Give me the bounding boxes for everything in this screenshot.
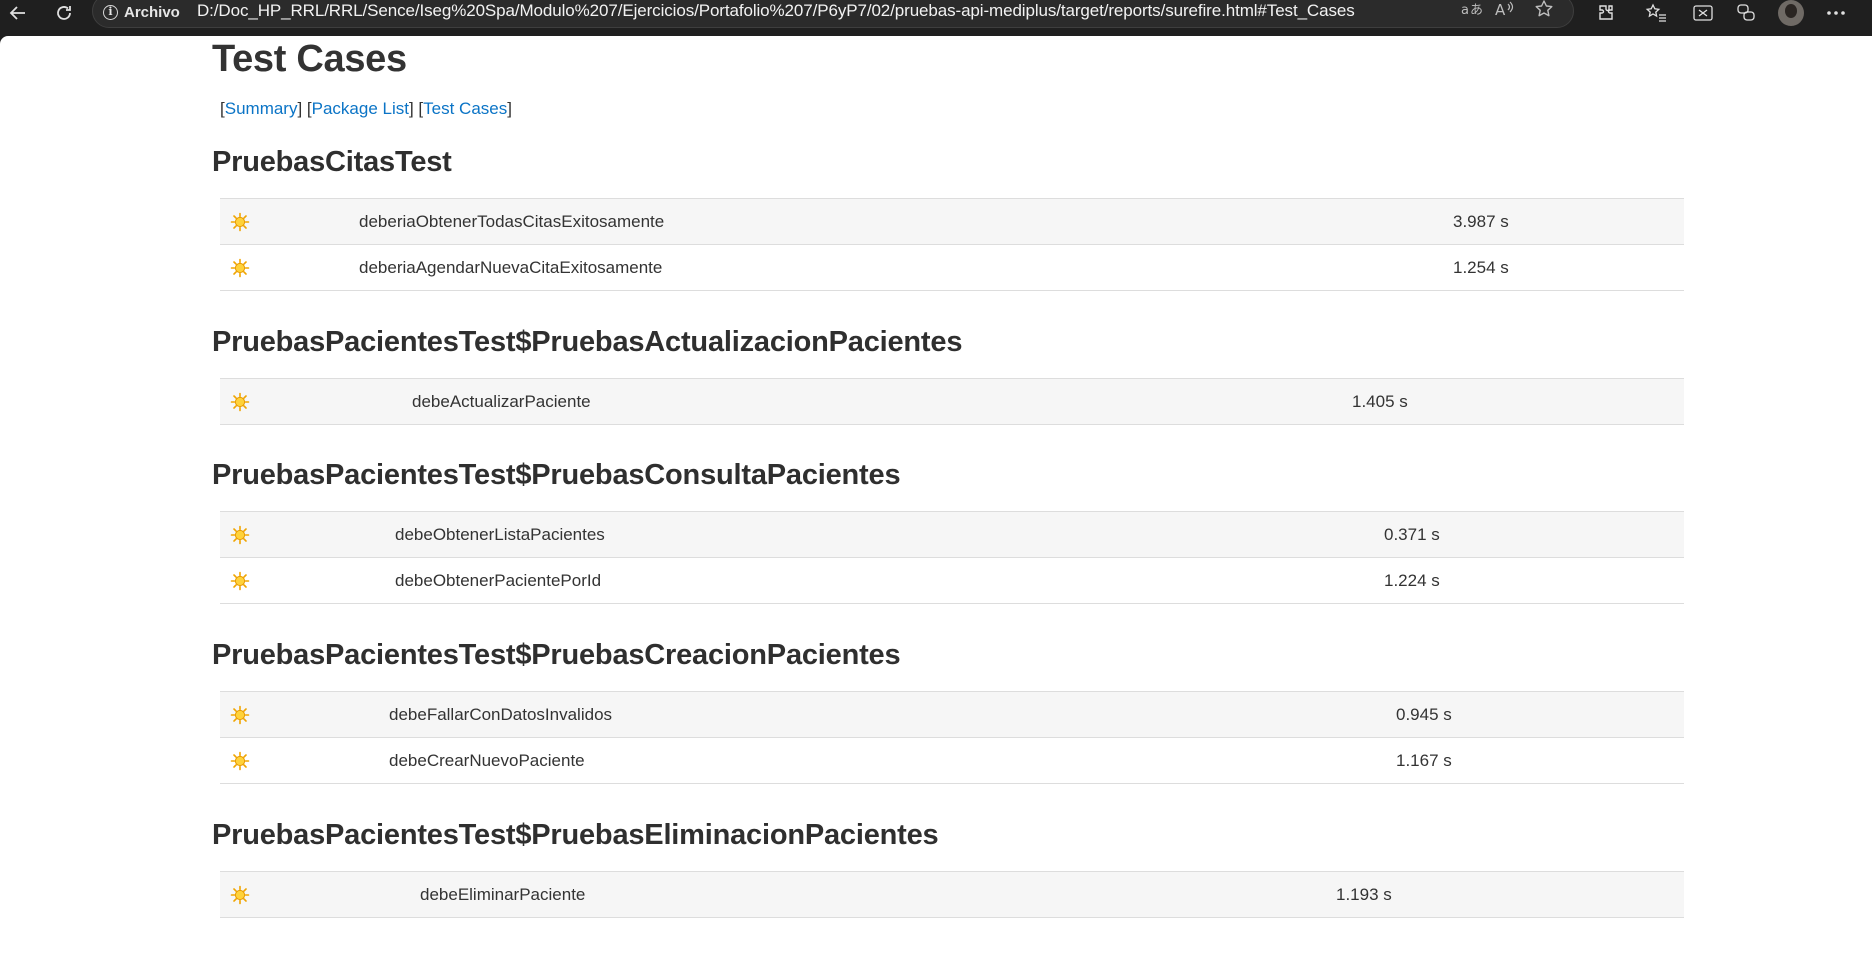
success-icon [230, 885, 250, 905]
success-icon [230, 751, 250, 771]
test-name: debeObtenerListaPacientes [395, 525, 605, 544]
address-bar[interactable]: i Archivo D:/Doc_HP_RRL/RRL/Sence/Iseg%2… [92, 0, 1574, 28]
test-class-title: PruebasPacientesTest$PruebasEliminacionP… [212, 819, 939, 851]
test-class-section: PruebasCitasTest deberiaObtenerTodasCita… [212, 142, 1684, 291]
more-options-icon[interactable] [1818, 0, 1854, 26]
svg-text:A: A [1495, 1, 1506, 18]
svg-text:a: a [1461, 3, 1469, 18]
test-duration: 0.371 s [1384, 525, 1440, 544]
test-name: debeEliminarPaciente [420, 885, 586, 904]
test-cases-link[interactable]: Test Cases [423, 99, 507, 118]
svg-text:あ: あ [1470, 3, 1483, 18]
success-icon [230, 392, 250, 412]
test-duration: 3.987 s [1453, 212, 1509, 231]
test-class-title: PruebasCitasTest [212, 146, 452, 178]
package-list-link[interactable]: Package List [312, 99, 409, 118]
test-duration: 1.224 s [1384, 571, 1440, 590]
info-icon: i [103, 4, 118, 20]
test-row: debeObtenerPacientePorId 1.224 s [220, 558, 1684, 604]
test-row: debeEliminarPaciente 1.193 s [220, 872, 1684, 918]
favorites-list-icon[interactable] [1638, 0, 1674, 26]
page-viewport: Test Cases [Summary] [Package List] [Tes… [0, 36, 1872, 956]
test-row: deberiaObtenerTodasCitasExitosamente 3.9… [220, 199, 1684, 245]
success-icon [230, 525, 250, 545]
favorite-star-icon[interactable] [1530, 0, 1558, 21]
test-table: debeEliminarPaciente 1.193 s [220, 871, 1684, 918]
read-aloud-icon[interactable]: A [1491, 0, 1519, 21]
site-info-button[interactable]: i Archivo [103, 2, 180, 22]
test-name: deberiaObtenerTodasCitasExitosamente [359, 212, 665, 231]
test-row: debeCrearNuevoPaciente 1.167 s [220, 738, 1684, 784]
test-name: debeObtenerPacientePorId [395, 571, 602, 590]
refresh-icon[interactable] [48, 0, 80, 26]
url-text[interactable]: D:/Doc_HP_RRL/RRL/Sence/Iseg%20Spa/Modul… [197, 1, 1355, 21]
test-class-title: PruebasPacientesTest$PruebasConsultaPaci… [212, 459, 901, 491]
test-class-title: PruebasPacientesTest$PruebasCreacionPaci… [212, 639, 901, 671]
test-duration: 1.167 s [1396, 751, 1452, 770]
test-table: debeFallarConDatosInvalidos 0.945 s debe… [220, 691, 1684, 784]
test-class-section: PruebasPacientesTest$PruebasConsultaPaci… [212, 455, 1684, 604]
screenshot-icon[interactable] [1685, 0, 1721, 26]
back-arrow-icon[interactable] [2, 0, 34, 26]
test-name: debeFallarConDatosInvalidos [389, 705, 613, 724]
success-icon [230, 571, 250, 591]
test-table: debeActualizarPaciente 1.405 s [220, 378, 1684, 425]
test-table: deberiaObtenerTodasCitasExitosamente 3.9… [220, 198, 1684, 291]
test-row: deberiaAgendarNuevaCitaExitosamente 1.25… [220, 245, 1684, 291]
test-duration: 1.405 s [1352, 392, 1408, 411]
test-class-section: PruebasPacientesTest$PruebasActualizacio… [212, 322, 1684, 425]
test-duration: 0.945 s [1396, 705, 1452, 724]
browser-toolbar: i Archivo D:/Doc_HP_RRL/RRL/Sence/Iseg%2… [0, 0, 1872, 36]
test-name: deberiaAgendarNuevaCitaExitosamente [359, 258, 663, 277]
test-class-section: PruebasRendimientoTest [212, 948, 1684, 956]
extensions-icon[interactable] [1588, 0, 1624, 26]
summary-link[interactable]: Summary [225, 99, 298, 118]
success-icon [230, 258, 250, 278]
profile-avatar[interactable] [1778, 0, 1804, 26]
test-name: debeCrearNuevoPaciente [389, 751, 585, 770]
success-icon [230, 705, 250, 725]
success-icon [230, 212, 250, 232]
test-name: debeActualizarPaciente [412, 392, 591, 411]
test-row: debeObtenerListaPacientes 0.371 s [220, 512, 1684, 558]
test-duration: 1.254 s [1453, 258, 1509, 277]
test-duration: 1.193 s [1336, 885, 1392, 904]
test-class-title: PruebasPacientesTest$PruebasActualizacio… [212, 326, 963, 358]
test-table: debeObtenerListaPacientes 0.371 s debeOb… [220, 511, 1684, 604]
test-row: debeFallarConDatosInvalidos 0.945 s [220, 692, 1684, 738]
test-row: debeActualizarPaciente 1.405 s [220, 379, 1684, 425]
site-info-label: Archivo [124, 3, 180, 21]
page-title: Test Cases [212, 38, 407, 80]
translate-icon[interactable]: aあ [1458, 0, 1486, 21]
test-class-title: PruebasRendimientoTest [212, 948, 1684, 956]
report-nav-links: [Summary] [Package List] [Test Cases] [220, 99, 512, 118]
test-class-section: PruebasPacientesTest$PruebasEliminacionP… [212, 815, 1684, 918]
test-class-section: PruebasPacientesTest$PruebasCreacionPaci… [212, 635, 1684, 784]
collections-icon[interactable] [1728, 0, 1764, 26]
